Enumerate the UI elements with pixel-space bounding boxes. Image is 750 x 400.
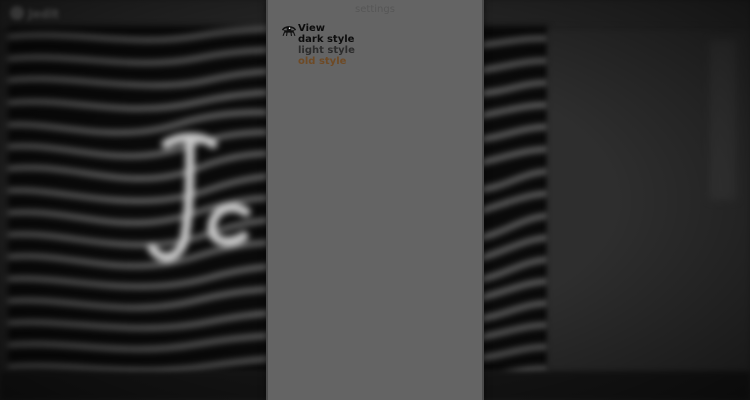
view-heading: View [298, 23, 326, 34]
dark-style-option[interactable]: dark style [298, 34, 355, 45]
settings-panel: settings View dark style light style old… [266, 0, 484, 400]
settings-title: settings [355, 4, 395, 15]
background-scrollbar [710, 40, 736, 200]
view-options-list: View dark style light style old style [298, 23, 355, 67]
app-logo-icon [10, 6, 24, 20]
old-style-option[interactable]: old style [298, 56, 355, 67]
eye-icon [282, 26, 296, 36]
background-app-title: Jedit [28, 7, 60, 21]
light-style-option[interactable]: light style [298, 45, 355, 56]
